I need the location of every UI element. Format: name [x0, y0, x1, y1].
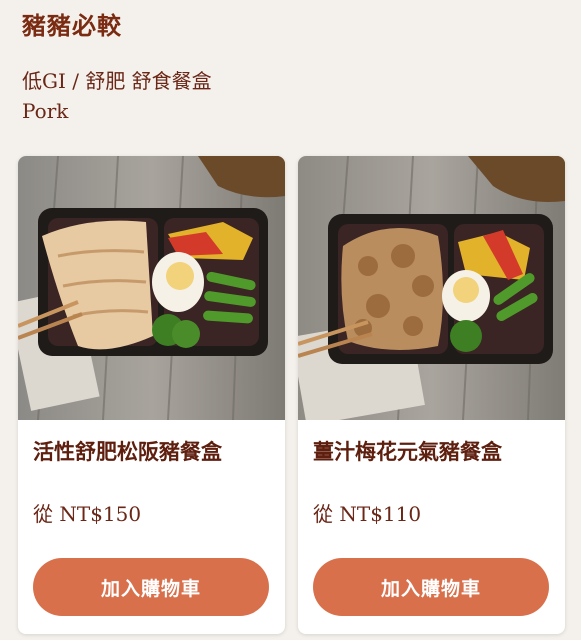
product-image-1[interactable] [18, 156, 285, 420]
product-card-1[interactable]: 活性舒肥松阪豬餐盒 從 NT$150 加入購物車 [18, 156, 285, 634]
product-image-2[interactable] [298, 156, 565, 420]
section-title: 豬豬必較 [22, 12, 122, 40]
product-card-2[interactable]: 薑汁梅花元氣豬餐盒 從 NT$110 加入購物車 [298, 156, 565, 634]
product-name[interactable]: 活性舒肥松阪豬餐盒 [33, 436, 222, 466]
subtitle-line-2: Pork [22, 99, 69, 123]
product-name[interactable]: 薑汁梅花元氣豬餐盒 [313, 436, 502, 466]
add-to-cart-button[interactable]: 加入購物車 [33, 558, 269, 616]
product-price: 從 NT$110 [313, 502, 422, 526]
subtitle-line-1: 低GI / 舒肥 舒食餐盒 [22, 69, 212, 93]
add-to-cart-button[interactable]: 加入購物車 [313, 558, 549, 616]
product-price: 從 NT$150 [33, 502, 142, 526]
collection-subtitle: 低GI / 舒肥 舒食餐盒 Pork [22, 66, 212, 126]
